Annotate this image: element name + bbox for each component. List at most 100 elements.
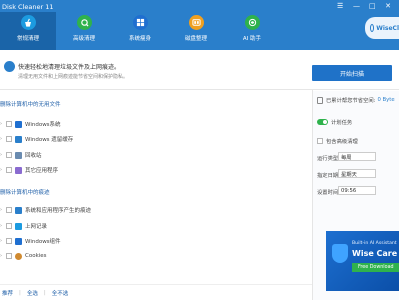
notice-subtitle: 清理无用文件和上网痕迹能节省空间和保护隐私。 xyxy=(18,74,129,80)
app-title: Disk Cleaner 11 xyxy=(2,3,54,11)
select-all-link[interactable]: 全选 xyxy=(27,289,38,297)
promo-banner[interactable]: Built-in AI Assistant Wise Care 365 Free… xyxy=(326,231,399,291)
list-item[interactable]: › 上网记录 xyxy=(0,221,47,231)
item-label: 上网记录 xyxy=(25,224,48,230)
run-type-select[interactable]: 每周 xyxy=(338,152,376,161)
windows-icon xyxy=(15,120,22,128)
list-item[interactable]: › Cookies xyxy=(0,251,47,261)
schedule-toggle[interactable] xyxy=(317,119,328,125)
apps-icon xyxy=(15,166,22,174)
item-label: 系统和应用程序产生的痕迹 xyxy=(25,208,92,214)
cookie-icon xyxy=(15,252,22,260)
defrag-icon xyxy=(188,15,204,30)
date-label: 指定日期: xyxy=(317,173,340,179)
menu-icon[interactable]: ☰ xyxy=(337,2,343,10)
include-advanced-checkbox[interactable] xyxy=(317,138,323,144)
brand-mark-icon xyxy=(370,24,375,32)
nav-tab-system-slim[interactable]: 系统瘦身 xyxy=(112,12,168,50)
checkbox[interactable] xyxy=(6,121,12,127)
time-input[interactable]: 09:56 xyxy=(338,186,376,195)
settings-panel: 已累计帮您节省空间: 0 Byte 计划任务 包含高级清理 运行类型: 每周 指… xyxy=(313,91,399,300)
chevron-right-icon[interactable]: › xyxy=(0,121,4,127)
main-nav: 常规清理 高级清理 系统瘦身 磁盘整理 AI 助手 xyxy=(0,12,280,50)
date-select[interactable]: 星期天 xyxy=(338,169,376,178)
schedule-label: 计划任务 xyxy=(331,120,353,126)
brand-logo: WiseCl xyxy=(365,17,399,39)
list-item[interactable]: › Windows系统 xyxy=(0,119,61,129)
item-label: 其它应用程序 xyxy=(25,168,59,174)
windows-icon xyxy=(132,15,148,30)
promo-tagline: Built-in AI Assistant xyxy=(352,241,397,246)
include-advanced-label: 包含高级清理 xyxy=(326,139,358,145)
nav-label: 高级清理 xyxy=(72,36,95,42)
item-label: Windows系统 xyxy=(25,122,61,128)
nav-tab-ai-assistant[interactable]: AI 助手 xyxy=(224,12,280,50)
selection-footer: 推荐 | 全选 | 全不选 xyxy=(0,284,312,300)
notice-bar: 快速轻松地清理垃圾文件及上网痕迹。 清理无用文件和上网痕迹能节省空间和保护隐私。… xyxy=(0,50,399,90)
section-title: 删除计算机中的痕迹 xyxy=(0,190,50,196)
notice-title: 快速轻松地清理垃圾文件及上网痕迹。 xyxy=(18,64,121,71)
checkbox[interactable] xyxy=(6,223,12,229)
checkbox[interactable] xyxy=(6,152,12,158)
list-item[interactable]: › 回收站 xyxy=(0,150,42,160)
list-item[interactable]: › Windows组件 xyxy=(0,236,61,246)
free-download-button[interactable]: Free Download xyxy=(352,263,399,272)
saved-space-row: 已累计帮您节省空间: 0 Byte xyxy=(317,96,395,104)
item-label: 回收站 xyxy=(25,153,42,159)
cache-icon xyxy=(15,135,22,143)
checkbox[interactable] xyxy=(6,238,12,244)
chevron-right-icon[interactable]: › xyxy=(0,238,4,244)
chevron-right-icon[interactable]: › xyxy=(0,223,4,229)
list-item[interactable]: › 系统和应用程序产生的痕迹 xyxy=(0,205,91,215)
minimize-icon[interactable]: — xyxy=(353,2,360,10)
close-icon[interactable]: ✕ xyxy=(385,2,391,10)
item-label: Windows 遗留缓存 xyxy=(25,137,74,143)
nav-tab-common-clean[interactable]: 常规清理 xyxy=(0,12,56,50)
footer-separator: | xyxy=(19,289,21,296)
app-header: Disk Cleaner 11 ☰ — □ ✕ 常规清理 高级清理 系统瘦身 磁… xyxy=(0,0,399,50)
storage-icon xyxy=(317,96,323,104)
list-item[interactable]: › 其它应用程序 xyxy=(0,165,58,175)
checkbox[interactable] xyxy=(6,136,12,142)
run-type-label: 运行类型: xyxy=(317,156,340,162)
recycle-bin-icon xyxy=(15,151,22,159)
nav-label: 常规清理 xyxy=(16,36,39,42)
saved-space-value: 0 Byte xyxy=(377,97,395,103)
component-icon xyxy=(15,237,22,245)
ai-icon xyxy=(244,15,260,30)
shield-icon xyxy=(332,244,348,263)
include-advanced-row: 包含高级清理 xyxy=(317,137,358,145)
nav-tab-defrag[interactable]: 磁盘整理 xyxy=(168,12,224,50)
item-label: Windows组件 xyxy=(25,239,61,245)
select-none-link[interactable]: 全不选 xyxy=(52,289,69,297)
footer-separator: | xyxy=(43,289,46,296)
sweep-icon xyxy=(76,15,92,30)
nav-label: 磁盘整理 xyxy=(184,36,207,42)
item-label: Cookies xyxy=(25,253,47,259)
checkbox[interactable] xyxy=(6,207,12,213)
browser-icon xyxy=(15,222,22,230)
nav-label: 系统瘦身 xyxy=(128,36,151,42)
brand-text: WiseCl xyxy=(376,24,399,32)
start-scan-button[interactable]: 开始扫描 xyxy=(312,65,392,81)
info-icon xyxy=(4,61,15,72)
chevron-right-icon[interactable]: › xyxy=(0,207,4,213)
chevron-right-icon[interactable]: › xyxy=(0,136,4,142)
broom-icon xyxy=(20,15,36,30)
maximize-icon[interactable]: □ xyxy=(369,2,376,10)
trace-icon xyxy=(15,206,22,214)
chevron-right-icon[interactable]: › xyxy=(0,167,4,173)
recommended-link[interactable]: 推荐 xyxy=(2,289,13,297)
checkbox[interactable] xyxy=(6,253,12,259)
checkbox[interactable] xyxy=(6,167,12,173)
chevron-right-icon[interactable]: › xyxy=(0,253,4,259)
window-controls: ☰ — □ ✕ xyxy=(337,2,391,10)
nav-tab-advanced-clean[interactable]: 高级清理 xyxy=(56,12,112,50)
clean-items-panel: 删除计算机中的无用文件 › Windows系统 › Windows 遗留缓存 ›… xyxy=(0,91,312,286)
nav-label: AI 助手 xyxy=(242,36,262,42)
chevron-right-icon[interactable]: › xyxy=(0,152,4,158)
saved-space-label: 已累计帮您节省空间: xyxy=(326,98,376,104)
time-label: 设置时间: xyxy=(317,190,340,196)
section-title: 删除计算机中的无用文件 xyxy=(0,102,61,108)
list-item[interactable]: › Windows 遗留缓存 xyxy=(0,134,73,144)
